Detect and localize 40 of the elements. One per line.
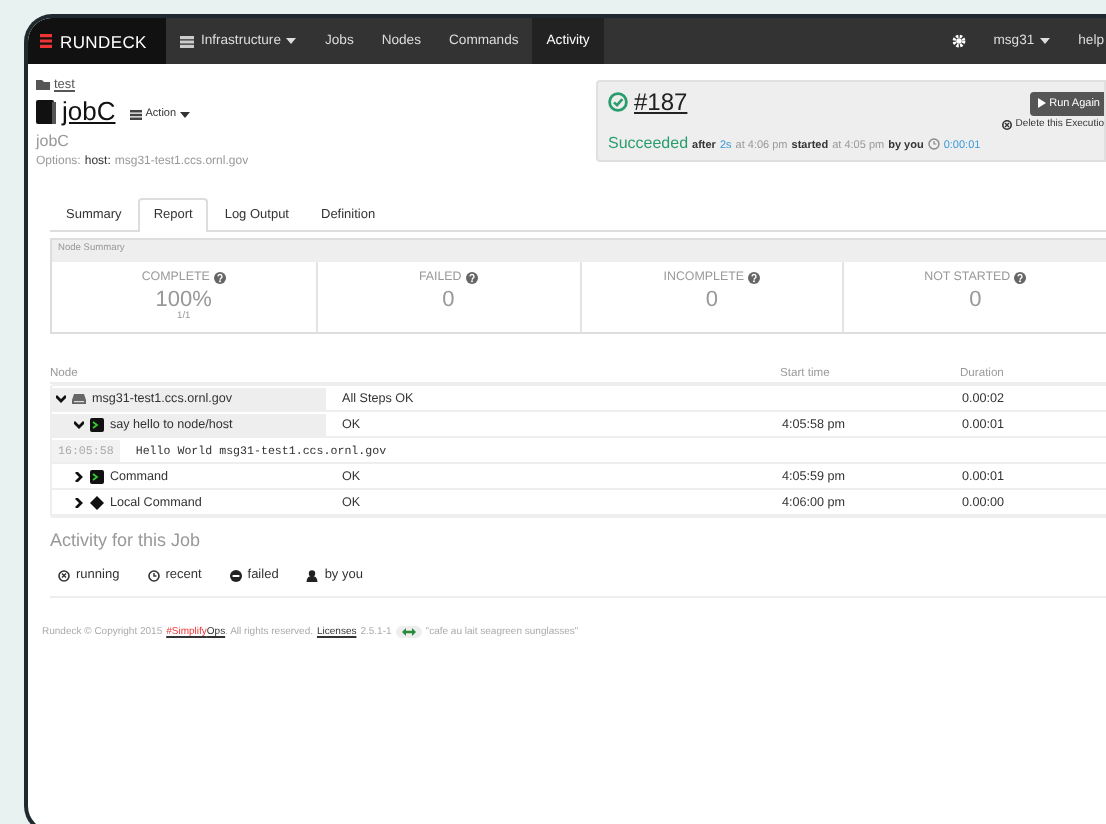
terminal-icon <box>90 417 104 431</box>
settings-icon <box>951 34 966 48</box>
brand-logo[interactable]: RUNDECK <box>28 18 167 64</box>
chevron-down-icon[interactable] <box>74 419 84 429</box>
execution-status: Succeeded <box>608 134 689 152</box>
brand-name: RUNDECK <box>60 31 147 51</box>
logo-icon <box>40 34 52 48</box>
section-title: Activity for this Job <box>50 530 203 550</box>
caret-icon <box>180 111 191 117</box>
stat-value: 100% <box>155 288 212 312</box>
clock-icon <box>927 137 940 149</box>
play-icon <box>1037 98 1046 108</box>
terminal-icon <box>90 469 104 483</box>
stat-value: 0 <box>969 288 982 312</box>
caret-icon <box>1040 38 1051 44</box>
help-icon <box>465 271 478 283</box>
server-list-icon <box>180 35 195 47</box>
chevron-down-icon[interactable] <box>56 393 66 403</box>
server-icon <box>72 393 86 403</box>
minus-circle-icon <box>229 569 242 581</box>
list-icon <box>129 109 142 119</box>
chevron-right-icon[interactable] <box>74 471 84 481</box>
diamond-icon <box>90 495 104 509</box>
check-circle-icon <box>608 92 628 112</box>
help-icon <box>213 271 226 283</box>
stat-value: 0 <box>705 288 718 312</box>
clock-icon <box>147 569 160 581</box>
help-icon <box>747 271 760 283</box>
stop-circle-icon <box>58 569 70 581</box>
book-icon <box>36 99 56 123</box>
execution-id-link[interactable]: #187 <box>634 88 688 116</box>
delete-icon <box>1001 119 1012 129</box>
folder-icon <box>36 80 50 90</box>
job-title-link[interactable]: jobC <box>62 96 116 126</box>
chevron-right-icon[interactable] <box>74 497 84 507</box>
help-icon <box>1014 271 1027 283</box>
user-icon <box>306 569 319 581</box>
job-description: jobC <box>36 132 71 150</box>
arrows-icon <box>401 628 416 636</box>
stat-value: 0 <box>442 288 455 312</box>
